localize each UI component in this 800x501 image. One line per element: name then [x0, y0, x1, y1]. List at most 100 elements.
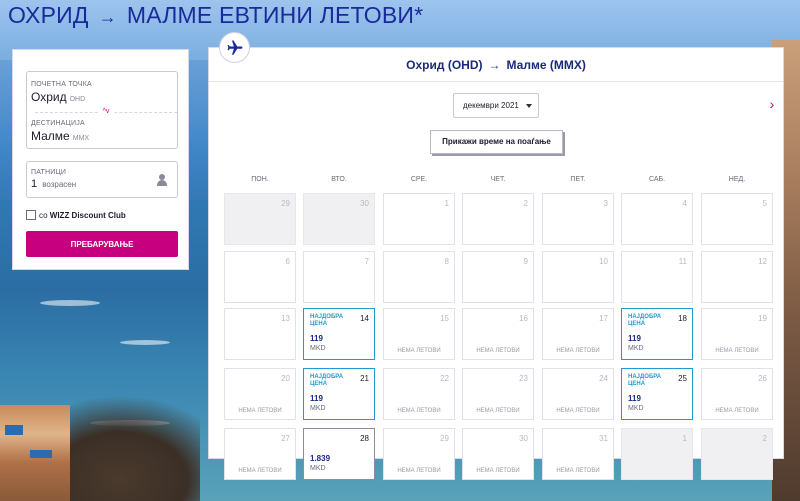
calendar-day: 7 [303, 251, 375, 303]
search-panel: ПОЧЕТНА ТОЧКА Охрид OHD ^v ДЕСТИНАЦИЈА Ма… [12, 49, 189, 270]
best-price-badge: НАЈДОБРА ЦЕНА [310, 314, 344, 327]
day-price: 119 [628, 394, 641, 403]
month-value: декември 2021 [463, 101, 519, 110]
weekday-label: НЕД. [728, 176, 746, 183]
results-panel: Охрид (OHD) → Малме (MMX) декември 2021 › … [208, 47, 784, 480]
origin-label: ПОЧЕТНА ТОЧКА [31, 81, 92, 88]
day-number: 17 [599, 314, 608, 323]
calendar-day[interactable]: 21 НАЈДОБРА ЦЕНА 119 MKD [303, 368, 375, 420]
day-number: 4 [682, 199, 687, 208]
day-currency: MKD [310, 405, 326, 412]
no-flights-label: НЕМА ЛЕТОВИ [238, 468, 282, 474]
next-month-icon[interactable]: › [765, 96, 779, 112]
day-number: 16 [519, 314, 528, 323]
no-flights-label: НЕМА ЛЕТОВИ [476, 468, 520, 474]
calendar-day[interactable]: 18 НАЈДОБРА ЦЕНА 119 MKD [621, 308, 693, 360]
swap-icon[interactable]: ^v [99, 106, 113, 118]
route-origin: Охрид (OHD) [406, 58, 483, 72]
day-number: 6 [285, 257, 290, 266]
day-currency: MKD [628, 405, 644, 412]
passengers-type: возрасен [42, 180, 77, 189]
calendar-day: 1 [383, 193, 455, 245]
calendar-day: 5 [701, 193, 773, 245]
calendar-day: 29 [224, 193, 296, 245]
day-number: 9 [523, 257, 528, 266]
weekday-label: СРЕ. [410, 176, 428, 183]
no-flights-label: НЕМА ЛЕТОВИ [556, 408, 600, 414]
calendar-day: 11 [621, 251, 693, 303]
route-fields: ПОЧЕТНА ТОЧКА Охрид OHD ^v ДЕСТИНАЦИЈА Ма… [26, 71, 178, 149]
day-number: 10 [599, 257, 608, 266]
discount-club-label: со WIZZ Discount Club [39, 211, 126, 220]
search-button[interactable]: ПРЕБАРУВАЊЕ [26, 231, 178, 257]
calendar-day[interactable]: 25 НАЈДОБРА ЦЕНА 119 MKD [621, 368, 693, 420]
person-icon [157, 174, 167, 186]
day-number: 11 [678, 257, 687, 266]
route-destination: Малме (MMX) [506, 58, 586, 72]
origin-value: Охрид [31, 90, 67, 104]
route-title: Охрид (OHD) → Малме (MMX) [209, 58, 783, 72]
calendar-day: 2 [701, 428, 773, 480]
day-number: 29 [281, 199, 290, 208]
calendar-day: 12 [701, 251, 773, 303]
no-flights-label: НЕМА ЛЕТОВИ [556, 468, 600, 474]
weekday-label: ПЕТ. [570, 176, 586, 183]
day-number: 31 [599, 434, 608, 443]
calendar-day: 31 НЕМА ЛЕТОВИ [542, 428, 614, 480]
calendar-day: 30 [303, 193, 375, 245]
weekday-label: ЧЕТ. [490, 176, 506, 183]
village-roof [5, 425, 23, 435]
day-number: 29 [440, 434, 449, 443]
headline-arrow-icon: → [98, 7, 117, 27]
calendar-day: 17 НЕМА ЛЕТОВИ [542, 308, 614, 360]
weekday-label: САБ. [648, 176, 666, 183]
month-select[interactable]: декември 2021 [453, 93, 539, 118]
calendar-day: 22 НЕМА ЛЕТОВИ [383, 368, 455, 420]
day-number: 30 [519, 434, 528, 443]
passengers-count: 1 [31, 178, 38, 190]
village-roof [30, 450, 52, 458]
day-number: 2 [523, 199, 528, 208]
headline-destination: МАЛМЕ ЕВТИНИ ЛЕТОВИ* [126, 2, 424, 28]
discount-name: WIZZ Discount Club [49, 210, 126, 220]
day-number: 15 [440, 314, 449, 323]
show-departure-times-button[interactable]: Прикажи време на поаѓање [430, 130, 563, 154]
day-number: 14 [360, 314, 369, 323]
title-divider [209, 81, 783, 82]
calendar-day: 24 НЕМА ЛЕТОВИ [542, 368, 614, 420]
calendar-day[interactable]: 28 1.839 MKD [303, 428, 375, 480]
passengers-field[interactable]: ПАТНИЦИ 1 возрасен [26, 161, 178, 198]
day-price: 119 [310, 334, 323, 343]
day-number: 20 [281, 374, 290, 383]
day-number: 21 [360, 374, 369, 383]
no-flights-label: НЕМА ЛЕТОВИ [556, 348, 600, 354]
calendar-day: 8 [383, 251, 455, 303]
background-surf [40, 300, 100, 306]
discount-club-checkbox[interactable] [26, 210, 36, 220]
best-price-badge: НАЈДОБРА ЦЕНА [628, 314, 662, 327]
destination-value: Малме [31, 129, 70, 143]
no-flights-label: НЕМА ЛЕТОВИ [397, 468, 441, 474]
calendar-day[interactable]: 14 НАЈДОБРА ЦЕНА 119 MKD [303, 308, 375, 360]
day-number: 22 [440, 374, 449, 383]
plane-icon [219, 32, 250, 63]
calendar-day: 6 [224, 251, 296, 303]
day-number: 28 [360, 434, 369, 443]
passengers-value: 1 возрасен [31, 178, 76, 190]
background-village [0, 405, 70, 501]
calendar-day: 19 НЕМА ЛЕТОВИ [701, 308, 773, 360]
day-number: 5 [762, 199, 767, 208]
destination-label: ДЕСТИНАЦИЈА [31, 120, 85, 127]
origin-field[interactable]: Охрид OHD [31, 90, 85, 104]
calendar-day: 20 НЕМА ЛЕТОВИ [224, 368, 296, 420]
destination-code: MMX [72, 135, 90, 142]
no-flights-label: НЕМА ЛЕТОВИ [715, 348, 759, 354]
calendar-day: 13 [224, 308, 296, 360]
day-number: 8 [444, 257, 449, 266]
discount-club-checkbox-row[interactable]: со WIZZ Discount Club [26, 209, 126, 221]
calendar-day: 27 НЕМА ЛЕТОВИ [224, 428, 296, 480]
day-price: 119 [628, 334, 641, 343]
headline-origin: ОХРИД [8, 2, 89, 28]
calendar-day: 29 НЕМА ЛЕТОВИ [383, 428, 455, 480]
destination-field[interactable]: Малме MMX [31, 129, 89, 143]
